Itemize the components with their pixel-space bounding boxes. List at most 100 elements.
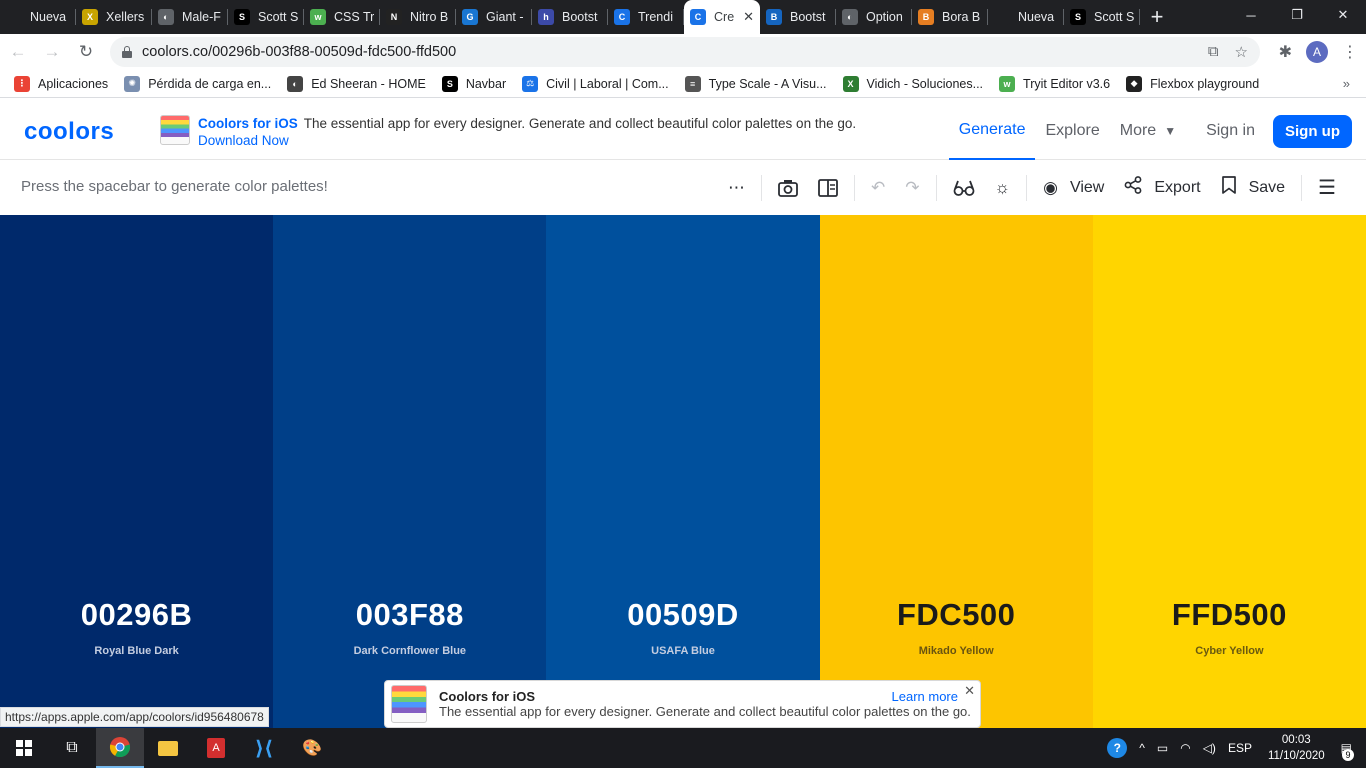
browser-tab[interactable]: S Scott S xyxy=(1064,0,1140,34)
color-swatch[interactable]: FFD500 Cyber Yellow xyxy=(1092,215,1366,728)
restore-icon[interactable]: ❐ xyxy=(1274,0,1320,30)
bookmark-label: Navbar xyxy=(465,76,507,91)
nav-more[interactable]: More ▼ xyxy=(1110,102,1186,160)
close-icon[interactable]: ✕ xyxy=(964,683,975,699)
promo-title[interactable]: Coolors for iOS xyxy=(198,116,298,131)
tab-close-icon[interactable]: ✕ xyxy=(743,9,754,25)
browser-tab[interactable]: X Xellers xyxy=(76,0,152,34)
tab-favicon-icon: C xyxy=(690,9,706,25)
browser-tab[interactable]: C Cre ✕ xyxy=(684,0,760,34)
main-nav: Generate Explore More ▼ Sign in Sign up xyxy=(948,102,1352,160)
bookmark-item[interactable]: ≡ Type Scale - A Visu... xyxy=(684,75,827,92)
coolors-logo[interactable]: coolors xyxy=(24,118,114,146)
sign-in-link[interactable]: Sign in xyxy=(1196,102,1265,160)
tab-label: Trendi xyxy=(638,10,673,24)
file-explorer-icon[interactable] xyxy=(144,728,192,768)
bookmark-item[interactable]: w Tryit Editor v3.6 xyxy=(999,75,1110,92)
swatch-hex-code[interactable]: FFD500 xyxy=(1093,597,1366,633)
nav-explore[interactable]: Explore xyxy=(1035,102,1109,160)
camera-icon[interactable] xyxy=(778,179,798,197)
swatch-hex-code[interactable]: 00296B xyxy=(0,597,273,633)
browser-menu-icon[interactable]: ⋮ xyxy=(1342,42,1358,62)
bookmark-item[interactable]: S Navbar xyxy=(441,75,507,92)
reload-icon[interactable]: ↻ xyxy=(70,36,102,68)
browser-tab[interactable]: Nueva pest xyxy=(0,0,76,34)
wifi-icon[interactable]: ◠ xyxy=(1180,741,1190,755)
more-options-icon[interactable]: ⋯ xyxy=(728,178,745,198)
battery-icon[interactable]: ▭ xyxy=(1157,741,1168,755)
redo-icon[interactable]: ↷ xyxy=(905,178,919,198)
hamburger-menu-icon[interactable]: ☰ xyxy=(1318,175,1336,200)
language-indicator[interactable]: ESP xyxy=(1228,741,1252,755)
glasses-icon[interactable] xyxy=(953,180,975,196)
color-swatch[interactable]: 00509D USAFA Blue xyxy=(546,215,820,728)
side-panel-icon[interactable] xyxy=(818,178,838,197)
learn-more-link[interactable]: Learn more xyxy=(892,689,958,704)
close-window-icon[interactable]: ✕ xyxy=(1320,0,1366,30)
sun-icon[interactable]: ☼ xyxy=(995,178,1011,198)
tab-list: Nueva pest X Xellers ◐ Male-F S Scott S w CSS Tr… xyxy=(0,0,1140,34)
extensions-icon[interactable]: ✱ xyxy=(1279,42,1292,62)
tab-favicon-icon: B xyxy=(766,9,782,25)
tab-favicon-icon: ◐ xyxy=(842,9,858,25)
browser-tab[interactable]: ◐ Male-F xyxy=(152,0,228,34)
swatch-hex-code[interactable]: 003F88 xyxy=(273,597,546,633)
browser-tab[interactable]: B Bootst xyxy=(760,0,836,34)
bookmark-item[interactable]: ◆ Flexbox playground xyxy=(1126,75,1259,92)
bookmark-star-icon[interactable]: ☆ xyxy=(1235,43,1248,61)
clock[interactable]: 00:03 11/10/2020 xyxy=(1268,732,1325,764)
task-view-icon[interactable]: ⧉ xyxy=(48,728,96,768)
tab-label: Cre xyxy=(714,10,735,24)
browser-tab[interactable]: ◐ Option xyxy=(836,0,912,34)
paint-icon[interactable]: 🎨 xyxy=(288,728,336,768)
bookmarks-overflow-icon[interactable]: » xyxy=(1343,76,1350,91)
forward-icon[interactable]: → xyxy=(36,36,68,68)
chevron-up-icon[interactable]: ^ xyxy=(1139,741,1145,755)
bookmark-item[interactable]: ⚖ Civil | Laboral | Com... xyxy=(522,75,669,92)
swatch-hex-code[interactable]: 00509D xyxy=(546,597,819,633)
back-icon[interactable]: ← xyxy=(2,36,34,68)
tab-favicon-icon: X xyxy=(82,9,98,25)
new-tab-button[interactable]: + xyxy=(1140,0,1174,34)
save-button[interactable]: Save xyxy=(1221,176,1285,199)
browser-tab[interactable]: C Trendi xyxy=(608,0,684,34)
profile-avatar[interactable]: A xyxy=(1306,41,1328,63)
windows-start-icon[interactable] xyxy=(0,728,48,768)
volume-icon[interactable]: ◁) xyxy=(1203,741,1216,755)
swatch-hex-code[interactable]: FDC500 xyxy=(820,597,1093,633)
download-now-link[interactable]: Download Now xyxy=(198,133,856,148)
tab-label: Nitro B xyxy=(410,10,449,24)
color-swatch[interactable]: 00296B Royal Blue Dark xyxy=(0,215,274,728)
browser-tab[interactable]: h Bootst xyxy=(532,0,608,34)
tab-label: Bora B xyxy=(942,10,981,24)
bookmark-item[interactable]: ⋮ Aplicaciones xyxy=(14,75,108,92)
bookmark-item[interactable]: ✺ Pérdida de carga en... xyxy=(124,75,271,92)
chrome-taskbar-icon[interactable] xyxy=(96,728,144,768)
undo-icon[interactable]: ↶ xyxy=(871,178,885,198)
minimize-icon[interactable]: ─ xyxy=(1228,0,1274,30)
export-button[interactable]: Export xyxy=(1124,176,1201,199)
nav-generate[interactable]: Generate xyxy=(948,102,1036,160)
address-bar[interactable]: coolors.co/00296b-003f88-00509d-fdc500-f… xyxy=(110,37,1260,67)
windows-taskbar: ⧉ A ⟩⟨ 🎨 ? ^ ▭ ◠ ◁) ESP 00:03 11/10/2020… xyxy=(0,728,1366,768)
color-swatch[interactable]: 003F88 Dark Cornflower Blue xyxy=(273,215,547,728)
browser-tab[interactable]: N Nitro B xyxy=(380,0,456,34)
bookmark-item[interactable]: ◐ Ed Sheeran - HOME xyxy=(287,75,426,92)
bookmark-item[interactable]: X Vidich - Soluciones... xyxy=(842,75,983,92)
acrobat-icon[interactable]: A xyxy=(192,728,240,768)
browser-tab[interactable]: G Giant - xyxy=(456,0,532,34)
browser-tab[interactable]: Nueva pest xyxy=(988,0,1064,34)
view-button[interactable]: ◉ View xyxy=(1043,178,1104,198)
translate-icon[interactable]: ⧉ xyxy=(1208,43,1219,61)
clock-time: 00:03 xyxy=(1281,734,1311,746)
divider xyxy=(935,174,937,201)
bookmark-favicon-icon: ✺ xyxy=(124,75,141,92)
browser-tab[interactable]: B Bora B xyxy=(912,0,988,34)
sign-up-button[interactable]: Sign up xyxy=(1273,114,1352,148)
help-icon[interactable]: ? xyxy=(1107,738,1128,758)
vscode-icon[interactable]: ⟩⟨ xyxy=(240,728,288,768)
browser-tab[interactable]: S Scott S xyxy=(228,0,304,34)
color-swatch[interactable]: FDC500 Mikado Yellow xyxy=(819,215,1093,728)
browser-tab[interactable]: w CSS Tr xyxy=(304,0,380,34)
notifications-icon[interactable]: ▤ 9 xyxy=(1341,741,1354,761)
